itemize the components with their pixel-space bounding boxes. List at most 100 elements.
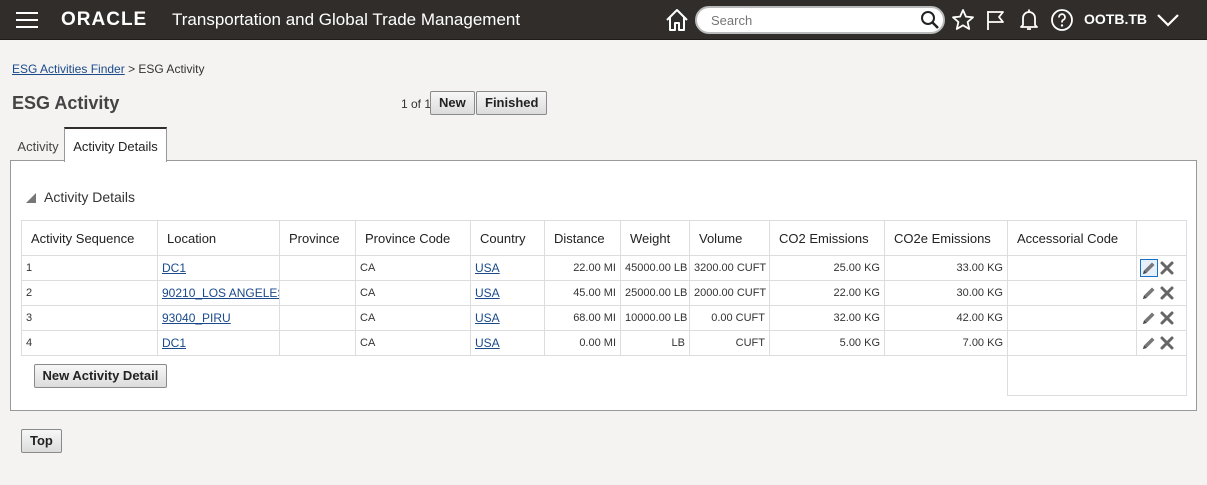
table-row: 4 DC1 CA USA 0.00 MI LB CUFT 5.00 KG 7.00 KG: [21, 330, 1187, 356]
cell-province: [279, 280, 356, 306]
cell-seq: 1: [21, 255, 158, 281]
delete-icon[interactable]: [1159, 310, 1175, 326]
cell-co2e: 7.00 KG: [884, 330, 1008, 356]
table-footer-row: New Activity Detail: [22, 355, 1187, 396]
top-bar: ORACLE Transportation and Global Trade M…: [0, 0, 1207, 40]
column-header[interactable]: Weight: [620, 220, 690, 256]
cell-accessorial: [1007, 280, 1137, 306]
column-header[interactable]: CO2e Emissions: [884, 220, 1008, 256]
breadcrumb-current: ESG Activity: [138, 62, 205, 76]
new-button[interactable]: New: [430, 91, 475, 115]
search-icon[interactable]: [920, 10, 940, 30]
cell-province: [279, 305, 356, 331]
page-title: ESG Activity: [12, 93, 120, 113]
app-title: Transportation and Global Trade Manageme…: [172, 10, 521, 29]
chevron-down-icon[interactable]: [1156, 10, 1180, 30]
cell-weight: 10000.00 LB: [620, 305, 690, 331]
column-header[interactable]: CO2 Emissions: [769, 220, 885, 256]
edit-icon[interactable]: [1141, 285, 1157, 301]
column-header[interactable]: Volume: [689, 220, 770, 256]
column-header[interactable]: Accessorial Code: [1007, 220, 1137, 256]
cell-country: USA: [470, 280, 545, 306]
search-box: [695, 6, 945, 34]
country-link[interactable]: USA: [475, 336, 500, 350]
country-link[interactable]: USA: [475, 286, 500, 300]
cell-accessorial: [1007, 305, 1137, 331]
top-button[interactable]: Top: [21, 429, 62, 453]
edit-icon[interactable]: [1141, 335, 1157, 351]
column-header[interactable]: Distance: [544, 220, 621, 256]
column-header[interactable]: Activity Sequence: [21, 220, 158, 256]
cell-distance: 45.00 MI: [544, 280, 621, 306]
flag-icon[interactable]: [984, 8, 1008, 32]
location-link[interactable]: DC1: [162, 336, 186, 350]
column-header-actions: [1136, 220, 1187, 256]
table-header-row: Activity Sequence Location Province Prov…: [21, 220, 1187, 256]
delete-icon[interactable]: [1159, 260, 1175, 276]
column-header[interactable]: Country: [470, 220, 545, 256]
cell-co2e: 30.00 KG: [884, 280, 1008, 306]
delete-icon[interactable]: [1159, 335, 1175, 351]
edit-icon[interactable]: [1141, 310, 1157, 326]
home-icon[interactable]: [664, 7, 690, 33]
cell-location: 93040_PIRU: [157, 305, 280, 331]
cell-country: USA: [470, 330, 545, 356]
finished-button[interactable]: Finished: [476, 91, 548, 115]
cell-accessorial: [1007, 255, 1137, 281]
table-footer: New Activity Detail: [22, 356, 1008, 396]
breadcrumb-link-finder[interactable]: ESG Activities Finder: [12, 62, 125, 76]
cell-province-code: CA: [355, 280, 471, 306]
new-activity-detail-button[interactable]: New Activity Detail: [33, 363, 168, 388]
cell-accessorial: [1007, 330, 1137, 356]
activity-details-table: Activity Sequence Location Province Prov…: [21, 220, 1187, 396]
cell-location: DC1: [157, 255, 280, 281]
table-row: 1 DC1 CA USA 22.00 MI 45000.00 LB 3200.00 CUFT…: [21, 255, 1187, 281]
cell-volume: CUFT: [689, 330, 770, 356]
cell-province-code: CA: [355, 255, 471, 281]
cell-volume: 2000.00 CUFT: [689, 280, 770, 306]
location-link[interactable]: DC1: [162, 261, 186, 275]
table-row: 2 90210_LOS ANGELES CA USA 45.00 MI 25000.00 …: [21, 280, 1187, 306]
delete-icon[interactable]: [1159, 285, 1175, 301]
location-link[interactable]: 90210_LOS ANGELES: [162, 286, 279, 300]
cell-co2e: 42.00 KG: [884, 305, 1008, 331]
tab-activity[interactable]: Activity: [11, 134, 65, 160]
section-title: Activity Details: [44, 189, 136, 205]
row-actions: [1136, 255, 1187, 281]
record-pager: 1 of 1: [401, 97, 432, 111]
menu-icon[interactable]: [16, 12, 40, 28]
row-actions: [1136, 305, 1187, 331]
bell-icon[interactable]: [1017, 8, 1041, 32]
help-icon[interactable]: [1050, 8, 1074, 32]
collapse-triangle-icon[interactable]: [26, 193, 36, 203]
column-header[interactable]: Province Code: [355, 220, 471, 256]
tab-activity-details[interactable]: Activity Details: [64, 127, 167, 162]
cell-weight: 45000.00 LB: [620, 255, 690, 281]
edit-icon[interactable]: [1140, 259, 1158, 277]
table-row: 3 93040_PIRU CA USA 68.00 MI 10000.00 LB 0.00 …: [21, 305, 1187, 331]
row-actions: [1136, 330, 1187, 356]
cell-volume: 3200.00 CUFT: [689, 255, 770, 281]
star-icon[interactable]: [951, 8, 975, 32]
cell-province: [279, 255, 356, 281]
cell-country: USA: [470, 305, 545, 331]
user-menu[interactable]: OOTB.TB: [1084, 11, 1147, 27]
country-link[interactable]: USA: [475, 311, 500, 325]
cell-distance: 0.00 MI: [544, 330, 621, 356]
cell-location: 90210_LOS ANGELES: [157, 280, 280, 306]
cell-co2e: 33.00 KG: [884, 255, 1008, 281]
section-header-activity-details[interactable]: Activity Details: [26, 189, 135, 205]
cell-province-code: CA: [355, 305, 471, 331]
location-link[interactable]: 93040_PIRU: [162, 311, 231, 325]
cell-location: DC1: [157, 330, 280, 356]
column-header[interactable]: Location: [157, 220, 280, 256]
cell-province-code: CA: [355, 330, 471, 356]
cell-co2: 22.00 KG: [769, 280, 885, 306]
cell-co2: 32.00 KG: [769, 305, 885, 331]
cell-distance: 68.00 MI: [544, 305, 621, 331]
country-link[interactable]: USA: [475, 261, 500, 275]
search-input[interactable]: [709, 11, 909, 30]
cell-weight: 25000.00 LB: [620, 280, 690, 306]
column-header[interactable]: Province: [279, 220, 356, 256]
cell-seq: 2: [21, 280, 158, 306]
